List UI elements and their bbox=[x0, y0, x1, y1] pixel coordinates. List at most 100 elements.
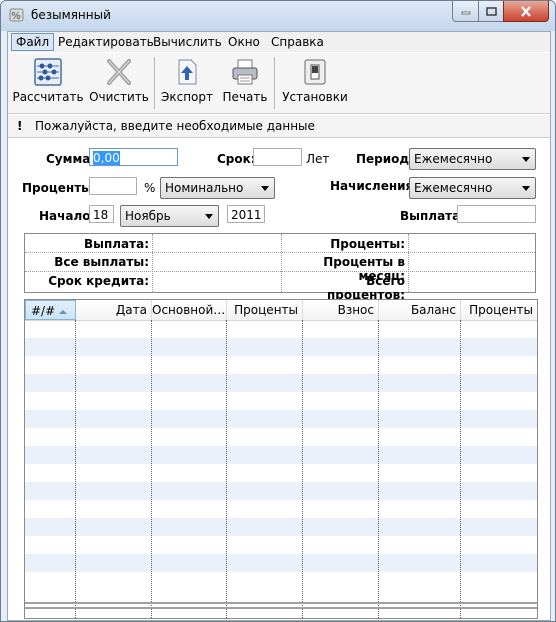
chevron-down-icon bbox=[522, 157, 530, 162]
warning-icon: ! bbox=[17, 119, 23, 133]
amount-label: Сумма: bbox=[46, 152, 96, 166]
window-title: безымянный bbox=[31, 8, 111, 22]
table-footer-line bbox=[25, 602, 537, 604]
print-button[interactable]: Печать bbox=[220, 57, 270, 111]
start-year-value: 2011 bbox=[231, 208, 262, 222]
app-window: % безымянный Файл Редактировать Вычислит… bbox=[0, 0, 556, 622]
close-button[interactable] bbox=[503, 1, 549, 22]
column-divider bbox=[302, 320, 303, 618]
term-unit: Лет bbox=[306, 152, 330, 166]
amortization-table[interactable]: #/# Дата Основной… Проценты Взнос Баланс… bbox=[24, 299, 538, 619]
column-divider bbox=[151, 320, 152, 618]
summary-divider bbox=[281, 234, 282, 292]
amount-input[interactable]: 0,00 bbox=[89, 148, 178, 166]
maximize-button[interactable] bbox=[478, 1, 505, 22]
print-label: Печать bbox=[222, 90, 268, 104]
svg-text:%: % bbox=[11, 11, 21, 22]
start-year-input[interactable]: 2011 bbox=[227, 205, 265, 223]
rate-type-select[interactable]: Номинально bbox=[160, 177, 275, 199]
close-icon bbox=[521, 5, 531, 17]
export-icon bbox=[178, 59, 197, 85]
menu-file[interactable]: Файл bbox=[11, 33, 55, 51]
chevron-down-icon bbox=[205, 214, 213, 219]
column-header-balance[interactable]: Баланс bbox=[379, 300, 461, 320]
summary-payment-label: Выплата: bbox=[83, 237, 149, 251]
payment-input[interactable] bbox=[457, 205, 536, 223]
period-select[interactable]: Ежемесячно bbox=[409, 148, 536, 170]
column-divider bbox=[460, 320, 461, 618]
start-day-value: 18 bbox=[93, 208, 109, 222]
menu-calculate[interactable]: Вычислить bbox=[149, 34, 226, 50]
switch-icon bbox=[304, 59, 326, 85]
hint-text: Пожалуйста, введите необходимые данные bbox=[35, 119, 315, 133]
term-label: Срок: bbox=[217, 152, 256, 166]
start-month-select[interactable]: Ноябрь bbox=[120, 205, 219, 227]
summary-total-interest-label: Всего процентов: bbox=[326, 274, 405, 302]
column-divider bbox=[378, 320, 379, 618]
minimize-button[interactable] bbox=[452, 1, 480, 22]
clear-x-icon bbox=[107, 59, 131, 85]
export-label: Экспорт bbox=[160, 90, 214, 104]
column-header-number[interactable]: #/# bbox=[25, 300, 76, 320]
toolbar-separator bbox=[154, 57, 155, 109]
calculate-button[interactable]: Рассчитать bbox=[12, 57, 84, 111]
table-footer-line bbox=[25, 607, 537, 609]
rate-unit: % bbox=[144, 181, 156, 195]
compounding-value: Ежемесячно bbox=[414, 181, 493, 195]
table-header: #/# Дата Основной… Проценты Взнос Баланс… bbox=[25, 300, 537, 321]
menu-window[interactable]: Окно bbox=[224, 34, 264, 50]
summary-divider bbox=[408, 234, 409, 292]
settings-button[interactable]: Установки bbox=[280, 57, 350, 111]
rate-input[interactable] bbox=[89, 177, 137, 195]
payment-label: Выплата: bbox=[400, 209, 466, 223]
column-header-date[interactable]: Дата bbox=[76, 300, 152, 320]
sort-ascending-icon bbox=[59, 309, 68, 314]
client-area: Файл Редактировать Вычислить Окно Справк… bbox=[7, 31, 551, 621]
title-bar: % безымянный bbox=[1, 1, 555, 31]
period-label: Период: bbox=[356, 152, 414, 166]
calculator-app-icon: % bbox=[9, 8, 24, 22]
summary-divider bbox=[25, 271, 535, 272]
start-month-value: Ноябрь bbox=[125, 209, 171, 223]
summary-panel: Выплата: Проценты: Все выплаты: Проценты… bbox=[24, 233, 536, 302]
chevron-down-icon bbox=[261, 186, 269, 191]
toolbar-separator bbox=[274, 57, 275, 109]
minimize-icon bbox=[461, 11, 471, 15]
summary-total-payments-label: Все выплаты: bbox=[54, 255, 149, 269]
summary-monthly-interest-label: Проценты в месяц: bbox=[323, 255, 405, 283]
menu-edit[interactable]: Редактировать bbox=[54, 34, 158, 50]
column-header-cumulative-interest[interactable]: Проценты bbox=[461, 300, 537, 320]
maximize-icon bbox=[486, 6, 497, 16]
menu-help[interactable]: Справка bbox=[267, 34, 328, 50]
settings-label: Установки bbox=[282, 90, 348, 104]
column-header-interest[interactable]: Проценты bbox=[227, 300, 303, 320]
rate-label: Проценты: bbox=[22, 181, 97, 195]
calculate-label: Рассчитать bbox=[12, 90, 84, 104]
compounding-label: Начисления: bbox=[330, 179, 419, 193]
clear-label: Очистить bbox=[89, 90, 149, 104]
column-header-principal[interactable]: Основной… bbox=[152, 300, 227, 320]
column-header-installment[interactable]: Взнос bbox=[303, 300, 379, 320]
start-day-input[interactable]: 18 bbox=[89, 205, 114, 223]
abacus-icon bbox=[34, 58, 62, 86]
menu-bar: Файл Редактировать Вычислить Окно Справк… bbox=[8, 32, 550, 52]
printer-icon bbox=[232, 59, 258, 85]
period-value: Ежемесячно bbox=[414, 152, 493, 166]
chevron-down-icon bbox=[522, 186, 530, 191]
summary-divider bbox=[152, 234, 153, 292]
summary-divider bbox=[25, 252, 535, 253]
loan-form: Сумма: 0,00 Срок: Лет Период: Ежемесячно… bbox=[8, 138, 550, 228]
hint-bar: ! Пожалуйста, введите необходимые данные bbox=[8, 115, 550, 138]
summary-interest-label: Проценты: bbox=[330, 237, 405, 251]
toolbar: Рассчитать Очистить Экспорт Печать Устан… bbox=[8, 53, 550, 114]
column-divider bbox=[226, 320, 227, 618]
amount-value: 0,00 bbox=[93, 151, 120, 165]
clear-button[interactable]: Очистить bbox=[88, 57, 150, 111]
compounding-select[interactable]: Ежемесячно bbox=[409, 177, 536, 199]
rate-type-value: Номинально bbox=[165, 181, 244, 195]
summary-loan-term-label: Срок кредита: bbox=[48, 274, 149, 288]
term-input[interactable] bbox=[253, 148, 302, 166]
export-button[interactable]: Экспорт bbox=[160, 57, 214, 111]
start-label: Начало: bbox=[39, 209, 96, 223]
column-divider bbox=[75, 320, 76, 618]
